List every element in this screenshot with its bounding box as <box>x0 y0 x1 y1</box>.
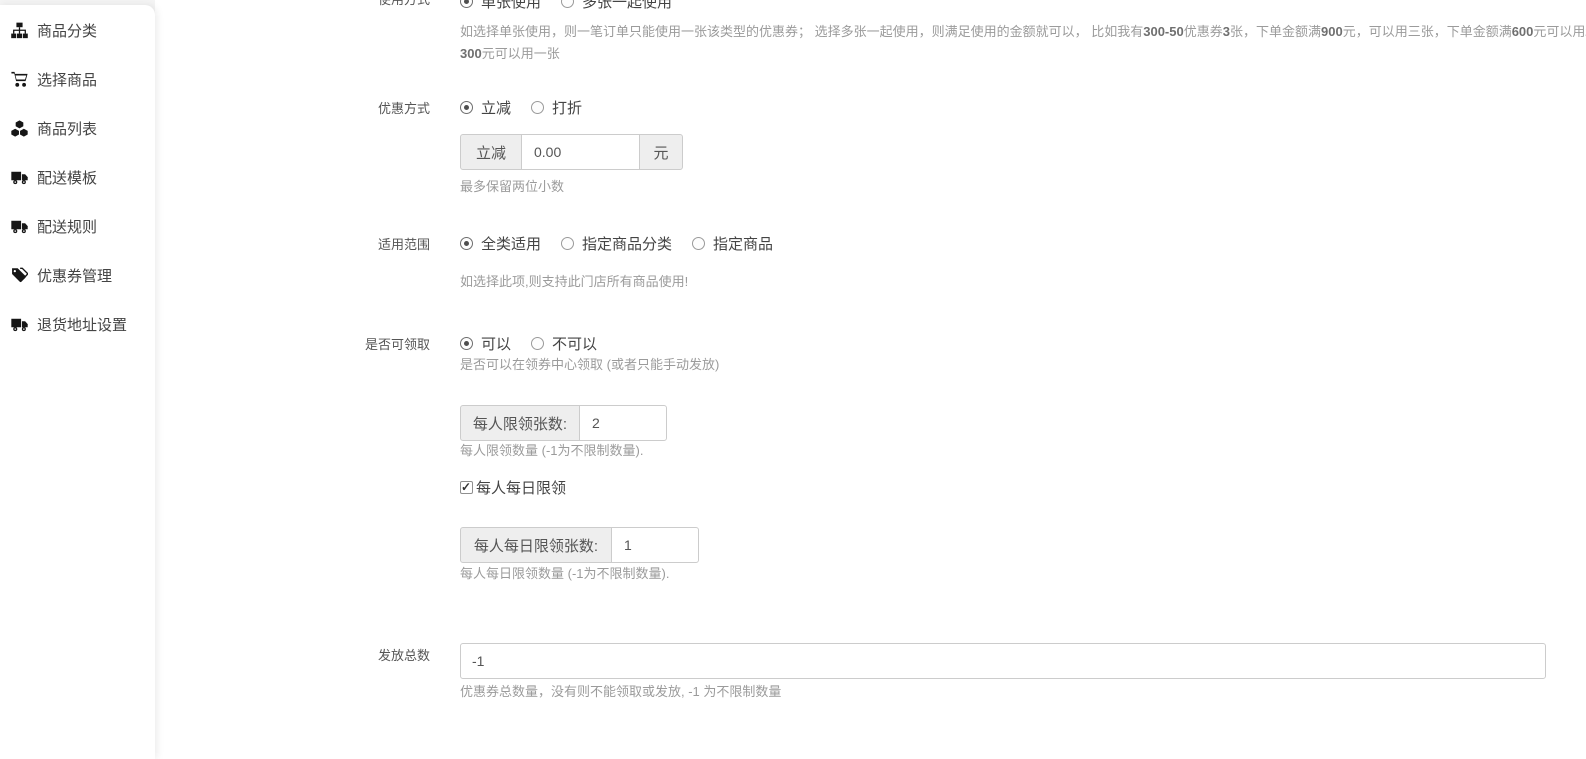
per-person-limit-input[interactable] <box>579 405 667 441</box>
claimable-option-yes-label: 可以 <box>481 333 511 354</box>
scope-option-product[interactable]: 指定商品 <box>692 233 773 254</box>
scope-radio-category[interactable] <box>561 237 574 250</box>
per-day-limit-group: 每人每日限领张数: <box>460 527 699 563</box>
sitemap-icon <box>11 22 28 39</box>
coupon-edit-form: 使用方式 单张使用 多张一起使用 如选择单张使用，则一笔订单只能使用一张该类型的… <box>155 0 1586 759</box>
discount-option-percent-label: 打折 <box>552 97 582 118</box>
scope-option-category[interactable]: 指定商品分类 <box>561 233 672 254</box>
total-help-text: 优惠券总数量，没有则不能领取或发放, -1 为不限制数量 <box>460 684 781 700</box>
claimable-option-no-label: 不可以 <box>552 333 597 354</box>
scope-radio-all[interactable] <box>460 237 473 250</box>
claimable-option-no[interactable]: 不可以 <box>531 333 597 354</box>
claimable-radio-yes[interactable] <box>460 337 473 350</box>
scope-option-product-label: 指定商品 <box>713 233 773 254</box>
discount-option-reduce[interactable]: 立减 <box>460 97 511 118</box>
discount-amount-input[interactable] <box>521 134 640 170</box>
scope-help-text: 如选择此项,则支持此门店所有商品使用! <box>460 274 688 290</box>
usage-option-multiple-label: 多张一起使用 <box>582 0 672 12</box>
discount-option-reduce-label: 立减 <box>481 97 511 118</box>
per-person-limit-help: 每人限领数量 (-1为不限制数量). <box>460 443 643 459</box>
usage-radio-group: 单张使用 多张一起使用 <box>460 0 672 13</box>
truck-icon <box>11 218 28 235</box>
per-day-limit-prefix: 每人每日限领张数: <box>460 527 612 563</box>
usage-option-single[interactable]: 单张使用 <box>460 0 541 12</box>
cart-icon <box>11 71 28 88</box>
scope-label: 适用范围 <box>310 235 430 255</box>
discount-radio-percent[interactable] <box>531 101 544 114</box>
scope-option-all[interactable]: 全类适用 <box>460 233 541 254</box>
per-day-limit-help: 每人每日限领数量 (-1为不限制数量). <box>460 566 669 582</box>
sidebar-item-label: 商品分类 <box>37 20 97 41</box>
discount-option-percent[interactable]: 打折 <box>531 97 582 118</box>
discount-radio-reduce[interactable] <box>460 101 473 114</box>
discount-help-text: 最多保留两位小数 <box>460 179 564 195</box>
daily-limit-checkbox-row[interactable]: 每人每日限领 <box>460 476 566 498</box>
sidebar-item-label: 商品列表 <box>37 118 97 139</box>
discount-amount-group: 立减 元 <box>460 134 683 170</box>
claimable-help-text: 是否可以在领券中心领取 (或者只能手动发放) <box>460 357 719 373</box>
truck-icon <box>11 316 28 333</box>
usage-label: 使用方式 <box>310 0 430 10</box>
usage-description-line1: 如选择单张使用，则一笔订单只能使用一张该类型的优惠券； 选择多张一起使用，则满足… <box>460 21 1586 43</box>
claimable-radio-no[interactable] <box>531 337 544 350</box>
sidebar-item-delivery-template[interactable]: 配送模板 <box>0 153 155 202</box>
sidebar-item-label: 选择商品 <box>37 69 97 90</box>
claimable-radio-group: 可以 不可以 <box>460 331 597 355</box>
discount-radio-group: 立减 打折 <box>460 95 582 119</box>
sidebar-item-product-list[interactable]: 商品列表 <box>0 104 155 153</box>
usage-option-multiple[interactable]: 多张一起使用 <box>561 0 672 12</box>
discount-amount-prefix: 立减 <box>460 134 522 170</box>
usage-radio-multiple[interactable] <box>561 0 574 8</box>
scope-radio-product[interactable] <box>692 237 705 250</box>
per-person-limit-group: 每人限领张数: <box>460 405 667 441</box>
total-input[interactable] <box>460 643 1546 679</box>
daily-limit-checkbox-label: 每人每日限领 <box>476 477 566 498</box>
claimable-label: 是否可领取 <box>310 335 430 355</box>
cubes-icon <box>11 120 28 137</box>
sidebar-item-label: 优惠券管理 <box>37 265 112 286</box>
usage-radio-single[interactable] <box>460 0 473 8</box>
sidebar-item-label: 配送规则 <box>37 216 97 237</box>
sidebar-item-return-address[interactable]: 退货地址设置 <box>0 300 155 349</box>
discount-label: 优惠方式 <box>310 99 430 119</box>
sidebar-item-delivery-rules[interactable]: 配送规则 <box>0 202 155 251</box>
total-label: 发放总数 <box>310 646 430 666</box>
daily-limit-checkbox[interactable] <box>460 481 473 494</box>
scope-radio-group: 全类适用 指定商品分类 指定商品 <box>460 231 773 255</box>
sidebar-item-product-category[interactable]: 商品分类 <box>0 6 155 55</box>
scope-option-all-label: 全类适用 <box>481 233 541 254</box>
scope-option-category-label: 指定商品分类 <box>582 233 672 254</box>
sidebar: 商品分类 选择商品 商品列表 配送模板 配送规则 优惠券管理 退 <box>0 5 155 759</box>
claimable-option-yes[interactable]: 可以 <box>460 333 511 354</box>
per-person-limit-prefix: 每人限领张数: <box>460 405 580 441</box>
sidebar-item-label: 退货地址设置 <box>37 314 127 335</box>
tags-icon <box>11 267 28 284</box>
usage-option-single-label: 单张使用 <box>481 0 541 12</box>
per-day-limit-input[interactable] <box>611 527 699 563</box>
discount-amount-suffix: 元 <box>639 134 683 170</box>
usage-description-line2: 300元可以用一张 <box>460 43 560 65</box>
sidebar-item-select-product[interactable]: 选择商品 <box>0 55 155 104</box>
truck-icon <box>11 169 28 186</box>
sidebar-item-coupon-management[interactable]: 优惠券管理 <box>0 251 155 300</box>
sidebar-item-label: 配送模板 <box>37 167 97 188</box>
